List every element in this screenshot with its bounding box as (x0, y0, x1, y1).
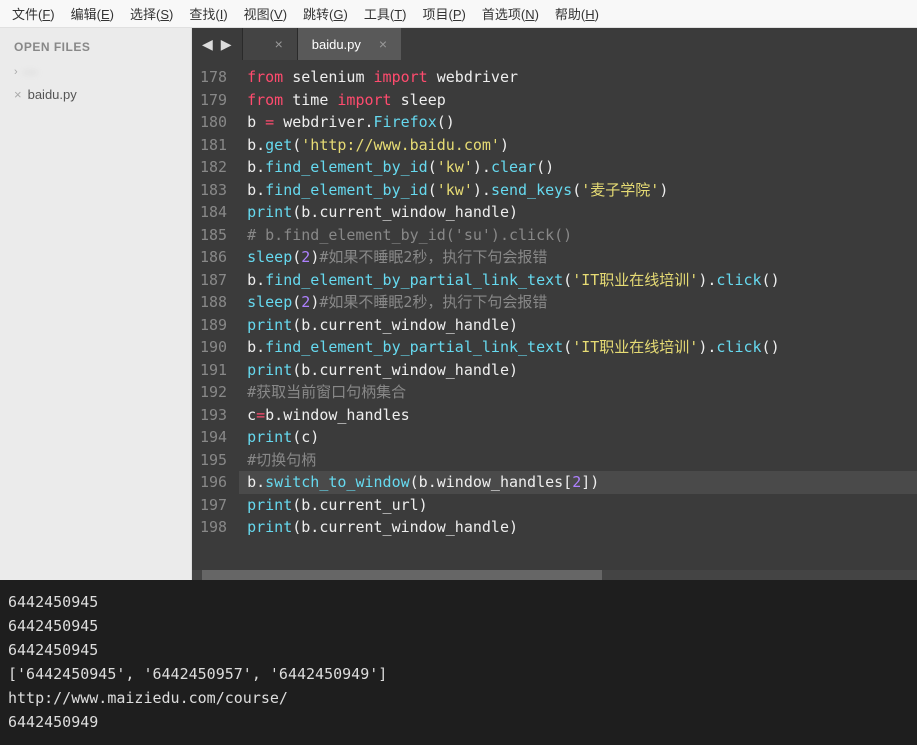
code-line[interactable]: from time import sleep (239, 89, 917, 112)
file-item-baidu[interactable]: × baidu.py (0, 83, 191, 106)
code-line[interactable]: print(b.current_window_handle) (239, 201, 917, 224)
tab-inactive[interactable]: × (242, 28, 297, 60)
code-line[interactable]: b.find_element_by_id('kw').clear() (239, 156, 917, 179)
code-editor[interactable]: 1781791801811821831841851861871881891901… (192, 60, 917, 570)
menu-item[interactable]: 跳转(G) (295, 0, 356, 27)
editor-area: ◀ ▶ × baidu.py × 17817918018118218318418… (192, 28, 917, 580)
code-line[interactable]: b.find_element_by_id('kw').send_keys('麦子… (239, 179, 917, 202)
line-number: 187 (200, 269, 227, 292)
code-content[interactable]: from selenium import webdriverfrom time … (239, 60, 917, 570)
code-line[interactable]: b = webdriver.Firefox() (239, 111, 917, 134)
code-line[interactable]: #切换句柄 (239, 449, 917, 472)
code-line[interactable]: #获取当前窗口句柄集合 (239, 381, 917, 404)
tab-active[interactable]: baidu.py × (297, 28, 401, 60)
line-number: 181 (200, 134, 227, 157)
line-number: 196 (200, 471, 227, 494)
close-icon[interactable]: × (379, 36, 387, 52)
file-item-blurred[interactable]: › — (0, 60, 191, 83)
line-number: 198 (200, 516, 227, 539)
line-number: 183 (200, 179, 227, 202)
code-line[interactable]: b.switch_to_window(b.window_handles[2]) (239, 471, 917, 494)
file-label: baidu.py (28, 87, 77, 102)
tabbar: ◀ ▶ × baidu.py × (192, 28, 917, 60)
code-line[interactable]: print(b.current_window_handle) (239, 314, 917, 337)
line-number: 184 (200, 201, 227, 224)
open-files-header: OPEN FILES (0, 28, 191, 60)
nav-buttons: ◀ ▶ (192, 28, 242, 60)
menu-item[interactable]: 文件(F) (4, 0, 63, 27)
close-icon[interactable]: × (14, 87, 22, 102)
code-line[interactable]: b.get('http://www.baidu.com') (239, 134, 917, 157)
file-label: — (24, 64, 37, 79)
code-line[interactable]: sleep(2)#如果不睡眠2秒，执行下句会报错 (239, 246, 917, 269)
menu-item[interactable]: 查找(I) (181, 0, 235, 27)
line-gutter: 1781791801811821831841851861871881891901… (192, 60, 239, 570)
line-number: 193 (200, 404, 227, 427)
code-line[interactable]: b.find_element_by_partial_link_text('IT职… (239, 336, 917, 359)
line-number: 186 (200, 246, 227, 269)
output-console[interactable]: 6442450945 6442450945 6442450945 ['64424… (0, 580, 917, 745)
line-number: 195 (200, 449, 227, 472)
line-number: 179 (200, 89, 227, 112)
nav-back-icon[interactable]: ◀ (202, 36, 213, 53)
code-line[interactable]: b.find_element_by_partial_link_text('IT职… (239, 269, 917, 292)
line-number: 192 (200, 381, 227, 404)
code-line[interactable]: print(b.current_window_handle) (239, 359, 917, 382)
h-scrollbar[interactable] (192, 570, 917, 580)
line-number: 185 (200, 224, 227, 247)
code-line[interactable]: print(b.current_url) (239, 494, 917, 517)
close-icon[interactable]: × (275, 36, 283, 52)
menubar: 文件(F)编辑(E)选择(S)查找(I)视图(V)跳转(G)工具(T)项目(P)… (0, 0, 917, 28)
nav-forward-icon[interactable]: ▶ (221, 36, 232, 53)
line-number: 189 (200, 314, 227, 337)
menu-item[interactable]: 编辑(E) (63, 0, 122, 27)
menu-item[interactable]: 帮助(H) (547, 0, 607, 27)
menu-item[interactable]: 项目(P) (414, 0, 473, 27)
code-line[interactable]: c=b.window_handles (239, 404, 917, 427)
menu-item[interactable]: 工具(T) (356, 0, 415, 27)
code-line[interactable]: # b.find_element_by_id('su').click() (239, 224, 917, 247)
line-number: 178 (200, 66, 227, 89)
menu-item[interactable]: 视图(V) (236, 0, 295, 27)
line-number: 182 (200, 156, 227, 179)
line-number: 191 (200, 359, 227, 382)
code-line[interactable]: sleep(2)#如果不睡眠2秒，执行下句会报错 (239, 291, 917, 314)
code-line[interactable]: from selenium import webdriver (239, 66, 917, 89)
code-line[interactable]: print(b.current_window_handle) (239, 516, 917, 539)
menu-item[interactable]: 选择(S) (122, 0, 181, 27)
main-area: OPEN FILES › — × baidu.py ◀ ▶ × baidu.py… (0, 28, 917, 580)
chevron-right-icon: › (14, 66, 18, 78)
line-number: 194 (200, 426, 227, 449)
line-number: 190 (200, 336, 227, 359)
line-number: 197 (200, 494, 227, 517)
line-number: 180 (200, 111, 227, 134)
line-number: 188 (200, 291, 227, 314)
tab-label: baidu.py (312, 37, 361, 52)
code-line[interactable]: print(c) (239, 426, 917, 449)
menu-item[interactable]: 首选项(N) (474, 0, 547, 27)
scrollbar-thumb[interactable] (202, 570, 602, 580)
sidebar: OPEN FILES › — × baidu.py (0, 28, 192, 580)
